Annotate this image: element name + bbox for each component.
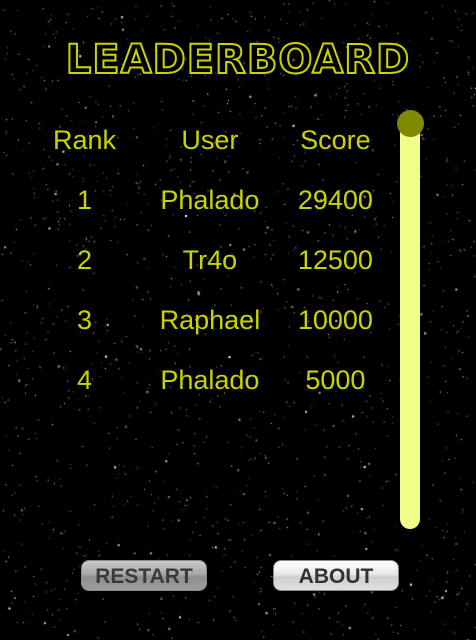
- leaderboard-screen: LEADERBOARD Rank User Score 1 Phalado 29…: [0, 0, 476, 640]
- rank-cell: 4: [77, 364, 93, 395]
- column-header-rank: Rank: [53, 124, 117, 155]
- user-cell: Phalado: [160, 364, 260, 395]
- score-cell: 12500: [297, 244, 373, 275]
- table-row: 2 Tr4o 12500: [22, 230, 398, 290]
- about-button[interactable]: ABOUT: [273, 560, 399, 591]
- leaderboard-table: Rank User Score 1 Phalado 29400 2 Tr4o 1…: [22, 110, 398, 410]
- user-cell: Tr4o: [182, 244, 238, 275]
- header-row: Rank User Score: [22, 110, 398, 170]
- table-row: 1 Phalado 29400: [22, 170, 398, 230]
- rank-cell: 3: [77, 304, 93, 335]
- restart-button[interactable]: RESTART: [81, 560, 207, 591]
- score-cell: 29400: [297, 184, 373, 215]
- table-row: 4 Phalado 5000: [22, 350, 398, 410]
- column-header-user: User: [181, 124, 239, 155]
- column-header-score: Score: [300, 124, 371, 155]
- score-cell: 5000: [305, 364, 366, 395]
- scrollbar-track[interactable]: [400, 115, 420, 529]
- rank-cell: 1: [77, 184, 93, 215]
- scrollbar-thumb[interactable]: [397, 110, 424, 137]
- table-row: 3 Raphael 10000: [22, 290, 398, 350]
- score-cell: 10000: [297, 304, 373, 335]
- rank-cell: 2: [77, 244, 93, 275]
- user-cell: Raphael: [159, 304, 261, 335]
- user-cell: Phalado: [160, 184, 260, 215]
- page-title: LEADERBOARD: [65, 36, 411, 84]
